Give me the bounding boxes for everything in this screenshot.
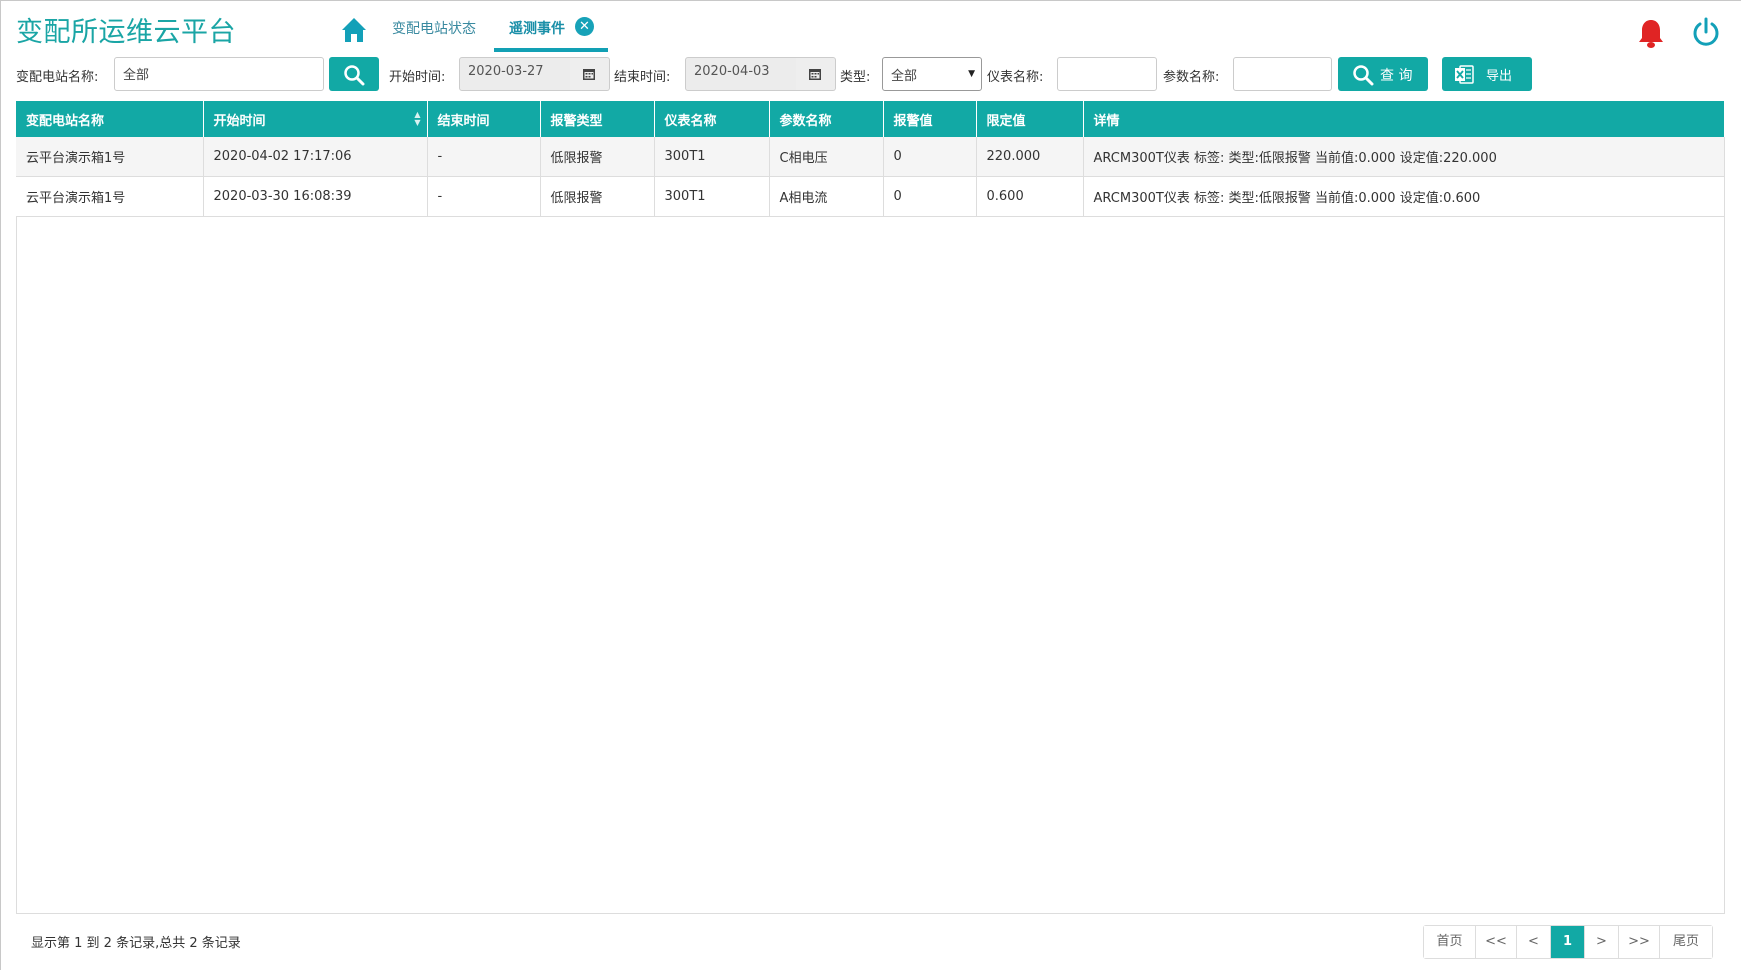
column-header-limit-value[interactable]: 限定值 — [976, 101, 1084, 137]
pager-next[interactable]: > — [1585, 926, 1619, 958]
cell-alarm-value: 0 — [883, 176, 977, 217]
end-time-input[interactable]: 2020-04-03 — [685, 57, 797, 91]
export-button[interactable]: 导出 — [1442, 57, 1532, 91]
cell-alarm-type: 低限报警 — [540, 137, 655, 177]
type-select[interactable]: 全部 ▼ — [882, 57, 982, 91]
cell-station: 云平台演示箱1号 — [16, 137, 204, 177]
cell-meter-name: 300T1 — [654, 137, 770, 177]
tab-station-status[interactable]: 变配电站状态 — [392, 18, 476, 38]
cell-end-time: - — [427, 137, 541, 177]
pager-prev[interactable]: < — [1517, 926, 1551, 958]
column-header-station[interactable]: 变配电站名称 — [16, 101, 204, 137]
type-select-value: 全部 — [891, 69, 918, 84]
param-name-input[interactable] — [1233, 57, 1332, 91]
cell-alarm-value: 0 — [883, 137, 977, 177]
param-name-label: 参数名称: — [1163, 70, 1220, 85]
station-name-label: 变配电站名称: — [16, 70, 99, 85]
table-row[interactable]: 云平台演示箱1号 2020-04-02 17:17:06 - 低限报警 300T… — [16, 137, 1725, 177]
excel-icon — [1455, 65, 1474, 84]
cell-meter-name: 300T1 — [654, 176, 770, 217]
start-calendar-button[interactable] — [570, 57, 610, 91]
end-time-label: 结束时间: — [614, 70, 671, 85]
station-name-input[interactable]: 全部 — [114, 57, 324, 91]
station-search-button[interactable] — [329, 57, 379, 91]
cell-start-time: 2020-03-30 16:08:39 — [203, 176, 428, 217]
chevron-down-icon: ▼ — [968, 69, 975, 79]
tab-telemetry-events[interactable]: 遥测事件 — [509, 18, 565, 38]
column-header-start-time-label: 开始时间 — [213, 113, 266, 129]
pager-first[interactable]: 首页 — [1424, 926, 1476, 958]
start-time-label: 开始时间: — [389, 70, 446, 85]
records-summary: 显示第 1 到 2 条记录,总共 2 条记录 — [31, 936, 241, 951]
grid-container — [16, 101, 1725, 914]
cell-param-name: A相电流 — [769, 176, 884, 217]
column-header-alarm-type[interactable]: 报警类型 — [540, 101, 655, 137]
pager-page-1[interactable]: 1 — [1551, 926, 1585, 958]
table-row[interactable]: 云平台演示箱1号 2020-03-30 16:08:39 - 低限报警 300T… — [16, 176, 1725, 217]
column-header-end-time[interactable]: 结束时间 — [427, 101, 541, 137]
cell-limit-value: 0.600 — [976, 176, 1084, 217]
bell-icon[interactable] — [1636, 18, 1666, 50]
column-header-start-time[interactable]: 开始时间 ▲ ▼ — [203, 101, 428, 137]
query-button[interactable]: 查 询 — [1338, 57, 1428, 91]
column-header-alarm-value[interactable]: 报警值 — [883, 101, 977, 137]
close-tab-icon[interactable]: ✕ — [575, 17, 594, 36]
cell-param-name: C相电压 — [769, 137, 884, 177]
sort-icon[interactable]: ▲ ▼ — [414, 111, 420, 127]
pager-next-group[interactable]: >> — [1619, 926, 1660, 958]
pagination: 首页 << < 1 > >> 尾页 — [1423, 925, 1713, 959]
column-header-details[interactable]: 详情 — [1083, 101, 1725, 137]
calendar-icon — [809, 69, 821, 80]
start-time-input[interactable]: 2020-03-27 — [459, 57, 571, 91]
meter-name-label: 仪表名称: — [987, 70, 1044, 85]
cell-end-time: - — [427, 176, 541, 217]
cell-start-time: 2020-04-02 17:17:06 — [203, 137, 428, 177]
cell-details: ARCM300T仪表 标签: 类型:低限报警 当前值:0.000 设定值:220… — [1083, 137, 1725, 177]
calendar-icon — [583, 69, 595, 80]
events-table: 变配电站名称 开始时间 ▲ ▼ 结束时间 报警类型 仪表名称 参数名称 报警值 限… — [16, 101, 1725, 217]
search-icon — [1353, 65, 1374, 86]
cell-details: ARCM300T仪表 标签: 类型:低限报警 当前值:0.000 设定值:0.6… — [1083, 176, 1725, 217]
app-title: 变配所运维云平台 — [16, 17, 236, 48]
search-icon — [344, 65, 365, 86]
power-icon[interactable] — [1690, 16, 1722, 48]
column-header-param-name[interactable]: 参数名称 — [769, 101, 884, 137]
end-calendar-button[interactable] — [796, 57, 836, 91]
pager-prev-group[interactable]: << — [1476, 926, 1517, 958]
type-label: 类型: — [840, 70, 871, 85]
query-button-label: 查 询 — [1380, 68, 1413, 84]
pager-last[interactable]: 尾页 — [1660, 926, 1712, 958]
cell-alarm-type: 低限报警 — [540, 176, 655, 217]
table-header-row: 变配电站名称 开始时间 ▲ ▼ 结束时间 报警类型 仪表名称 参数名称 报警值 限… — [16, 101, 1725, 137]
export-button-label: 导出 — [1486, 69, 1513, 84]
column-header-meter-name[interactable]: 仪表名称 — [654, 101, 770, 137]
cell-limit-value: 220.000 — [976, 137, 1084, 177]
home-icon[interactable] — [340, 16, 368, 44]
active-tab-indicator — [494, 48, 608, 52]
cell-station: 云平台演示箱1号 — [16, 176, 204, 217]
meter-name-input[interactable] — [1057, 57, 1157, 91]
